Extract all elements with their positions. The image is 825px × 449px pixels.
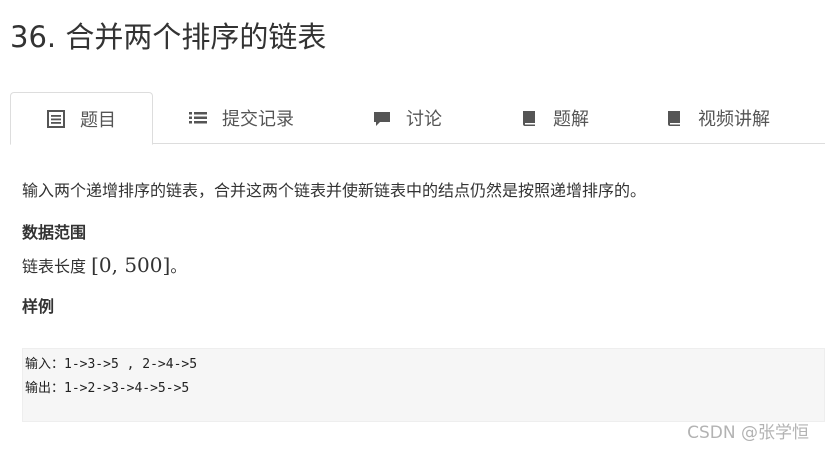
comment-icon [372,108,392,128]
watermark: CSDN @张学恒 [687,423,809,443]
list-icon [188,108,208,128]
tab-label: 提交记录 [222,109,294,130]
document-list-icon [46,109,66,129]
page-title: 36. 合并两个排序的链表 [10,20,327,54]
tab-submissions[interactable]: 提交记录 [188,92,294,144]
problem-description: 输入两个递增排序的链表，合并这两个链表并使新链表中的结点仍然是按照递增排序的。 [22,181,647,200]
tab-discussion[interactable]: 讨论 [372,92,442,144]
tab-label: 视频讲解 [698,109,770,130]
example-input-line: 输入：1->3->5 , 2->4->5 [25,357,198,372]
book-icon [519,108,539,128]
tab-label: 讨论 [406,109,442,130]
tab-label: 题目 [80,109,116,131]
book-icon [664,108,684,128]
example-heading: 样例 [22,297,55,316]
range-suffix: 。 [170,257,187,276]
tab-solutions[interactable]: 题解 [519,92,589,144]
problem-content: 输入两个递增排序的链表，合并这两个链表并使新链表中的结点仍然是按照递增排序的。 … [22,176,825,322]
problem-tabs: 题目 提交记录 讨论 题解 视频讲解 [10,92,825,145]
tab-video-explanation[interactable]: 视频讲解 [664,92,770,144]
range-line: 链表长度 [0, 500]。 [22,248,825,284]
range-heading: 数据范围 [22,223,87,242]
example-code-block: 输入：1->3->5 , 2->4->5 输出：1->2->3->4->5->5 [22,348,825,422]
tab-problem[interactable]: 题目 [10,92,153,145]
range-prefix: 链表长度 [22,257,92,276]
example-output-line: 输出：1->2->3->4->5->5 [25,381,190,396]
tab-label: 题解 [553,109,589,130]
range-value: [0, 500] [91,253,171,277]
